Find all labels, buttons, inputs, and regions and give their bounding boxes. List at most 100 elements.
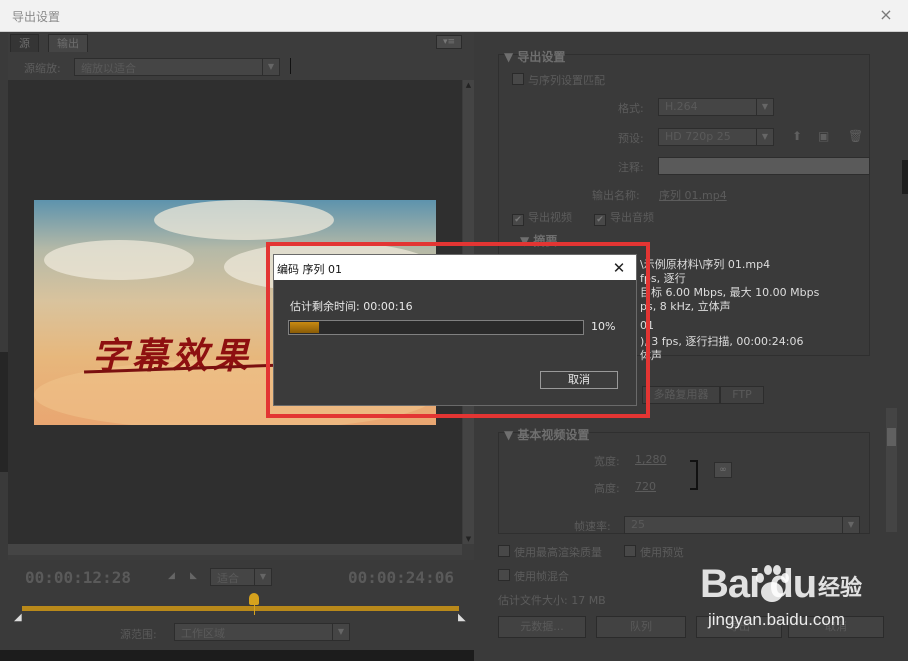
in-point-marker-icon[interactable]: ◢ (14, 612, 22, 623)
checkbox-icon (498, 545, 510, 557)
source-scale-select[interactable]: 缩放以适合 ▼ (74, 58, 280, 76)
tab-multiplexer[interactable]: 多路复用器 (642, 386, 720, 404)
chain-link-icon[interactable]: ∞ (714, 462, 732, 478)
timeline-area: 00:00:12:28 ◢ ◣ 适合 ▼ 00:00:24:06 ◢ ◣ 源范围… (8, 560, 474, 660)
checkmark-icon: ✔ (512, 214, 524, 226)
set-out-point-icon[interactable]: ◣ (190, 571, 197, 581)
jingyan-brand-text: 经验 (818, 576, 863, 601)
checkbox-icon (498, 569, 510, 581)
match-sequence-checkbox[interactable]: 与序列设置匹配 (512, 72, 605, 88)
match-sequence-label: 与序列设置匹配 (528, 74, 605, 87)
tab-ftp[interactable]: FTP (720, 386, 764, 404)
zoom-fit-value: 适合 (217, 572, 239, 585)
settings-scroll-thumb[interactable] (887, 428, 896, 446)
chevron-down-icon: ▼ (332, 624, 349, 640)
background-app-edge (0, 352, 8, 472)
chevron-down-icon: ▼ (842, 517, 859, 533)
paw-logo-icon (756, 565, 789, 602)
import-preset-icon[interactable]: ▣ (818, 129, 829, 143)
summary-line: ps, 8 kHz, 立体声 (640, 300, 731, 313)
delete-preset-icon[interactable]: 🗑 (848, 129, 863, 143)
frame-rate-label: 帧速率: (574, 520, 611, 533)
frame-rate-value: 25 (631, 518, 645, 531)
source-range-value: 工作区域 (181, 627, 225, 640)
source-range-select[interactable]: 工作区域 ▼ (174, 623, 350, 641)
dialog-titlebar: 编码 序列 01 ✕ (274, 255, 636, 280)
encode-progress-fill (290, 322, 319, 333)
collapse-triangle-icon: ▼ (504, 50, 518, 64)
export-video-label: 导出视频 (528, 211, 572, 224)
height-value[interactable]: 720 (635, 480, 656, 493)
tab-source[interactable]: 源 (10, 34, 39, 52)
comments-label: 注释: (618, 161, 644, 174)
tab-output[interactable]: 输出 (48, 34, 88, 52)
frame-blending-checkbox[interactable]: 使用帧混合 (498, 568, 569, 584)
current-timecode[interactable]: 00:00:12:28 (25, 568, 131, 587)
queue-button[interactable]: 队列 (596, 616, 686, 638)
format-label: 格式: (618, 102, 644, 115)
settings-scrollbar[interactable] (886, 408, 897, 532)
checkmark-icon: ✔ (594, 214, 606, 226)
dialog-close-icon[interactable]: ✕ (608, 257, 630, 279)
comments-input[interactable] (658, 157, 870, 175)
watermark-site-url: jingyan.baidu.com (708, 610, 846, 629)
frame-rate-select[interactable]: 25 ▼ (624, 516, 860, 534)
export-video-checkbox[interactable]: ✔ 导出视频 (512, 209, 572, 226)
max-render-quality-checkbox[interactable]: 使用最高渲染质量 (498, 544, 602, 560)
scroll-down-icon[interactable]: ▼ (463, 534, 474, 544)
collapse-triangle-icon: ▼ (504, 428, 518, 442)
encode-progress-dialog: 编码 序列 01 ✕ 估计剩余时间: 00:00:16 10% 取消 (273, 254, 637, 406)
playhead-line (254, 603, 255, 615)
dialog-title: 编码 序列 01 (277, 263, 342, 276)
metadata-button[interactable]: 元数据... (498, 616, 586, 638)
basic-video-heading[interactable]: ▼ 基本视频设置 (504, 426, 589, 443)
frame-blending-label: 使用帧混合 (514, 570, 569, 583)
preset-label: 预设: (618, 132, 644, 145)
use-previews-checkbox[interactable]: 使用预览 (624, 544, 684, 560)
format-select[interactable]: H.264 ▼ (658, 98, 774, 116)
remaining-time-label: 估计剩余时间: 00:00:16 (290, 300, 413, 313)
width-value[interactable]: 1,280 (635, 453, 667, 466)
scroll-up-icon[interactable]: ▲ (463, 80, 474, 90)
format-value: H.264 (665, 100, 698, 113)
baidu-jingyan-watermark: Bai du 经验 jingyan.baidu.com (700, 562, 900, 632)
estimated-file-size: 估计文件大小: 17 MB (498, 594, 606, 607)
window-title: 导出设置 (12, 10, 61, 24)
panel-menu-icon[interactable]: ▾≡ (436, 35, 462, 49)
out-point-marker-icon[interactable]: ◣ (458, 612, 466, 623)
cloud-shape (44, 240, 194, 280)
window-close-button[interactable]: × (876, 5, 896, 25)
zoom-fit-select[interactable]: 适合 ▼ (210, 568, 272, 586)
export-settings-heading[interactable]: ▼ 导出设置 (504, 48, 565, 65)
export-audio-checkbox[interactable]: ✔ 导出音频 (594, 209, 654, 226)
text-cursor (290, 58, 291, 74)
total-duration: 00:00:24:06 (348, 568, 454, 587)
source-scale-label: 源缩放: (24, 62, 61, 75)
source-scale-value: 缩放以适合 (81, 62, 136, 75)
output-name-label: 输出名称: (592, 189, 640, 202)
save-preset-icon[interactable]: ⬆ (792, 129, 802, 143)
dialog-cancel-button[interactable]: 取消 (540, 371, 618, 389)
export-audio-label: 导出音频 (610, 211, 654, 224)
chevron-down-icon: ▼ (262, 59, 279, 75)
window-titlebar: 导出设置 × (0, 0, 908, 32)
progress-percent: 10% (591, 320, 616, 333)
background-app-edge (902, 160, 908, 194)
use-previews-label: 使用预览 (640, 546, 684, 559)
preview-horizontal-scrollbar[interactable] (8, 544, 462, 555)
encode-progress-bar (288, 320, 584, 335)
set-in-point-icon[interactable]: ◢ (168, 571, 175, 581)
chevron-down-icon: ▼ (254, 569, 271, 585)
preset-value: HD 720p 25 (665, 130, 731, 143)
width-label: 宽度: (594, 455, 620, 468)
export-settings-title: 导出设置 (517, 50, 566, 64)
basic-video-title: 基本视频设置 (517, 428, 590, 442)
summary-line: ), 3 fps, 逐行扫描, 00:00:24:06 (640, 335, 804, 348)
chevron-down-icon: ▼ (756, 99, 773, 115)
chevron-down-icon: ▼ (756, 129, 773, 145)
work-area-bar[interactable] (22, 606, 459, 611)
output-name-link[interactable]: 序列 01.mp4 (659, 187, 727, 203)
cloud-shape (154, 200, 334, 240)
max-render-quality-label: 使用最高渲染质量 (514, 546, 602, 559)
preset-select[interactable]: HD 720p 25 ▼ (658, 128, 774, 146)
